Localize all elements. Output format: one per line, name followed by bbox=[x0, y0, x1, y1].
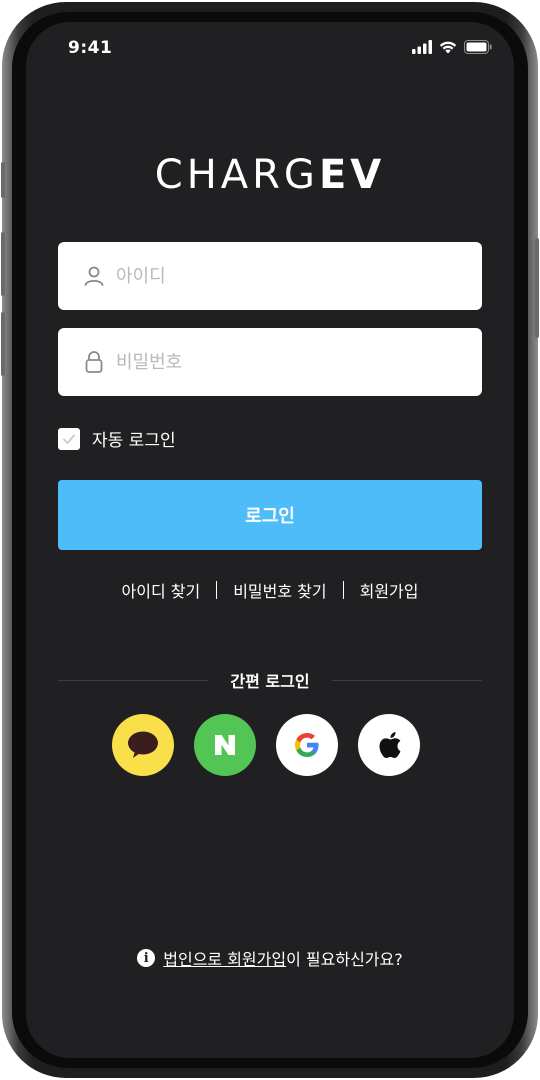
status-bar: 9:41 bbox=[26, 22, 514, 74]
status-icons bbox=[412, 40, 492, 54]
corporate-signup-suffix: 이 필요하신가요? bbox=[286, 950, 403, 969]
corporate-signup-link[interactable]: 법인으로 회원가입 bbox=[163, 946, 286, 970]
volume-up-button bbox=[1, 232, 5, 296]
mute-switch bbox=[1, 162, 5, 198]
naver-login-button[interactable] bbox=[194, 714, 256, 776]
naver-n-icon bbox=[215, 735, 235, 755]
logo-text-thin: CHARG bbox=[154, 152, 319, 198]
easy-login-title: 간편 로그인 bbox=[230, 672, 310, 691]
status-time: 9:41 bbox=[68, 38, 113, 58]
link-divider bbox=[342, 581, 344, 599]
social-login-buttons bbox=[112, 714, 420, 776]
power-button bbox=[535, 238, 539, 338]
google-g-icon bbox=[295, 733, 319, 757]
volume-down-button bbox=[1, 312, 5, 376]
find-password-link[interactable]: 비밀번호 찾기 bbox=[233, 578, 326, 602]
app-logo: CHARGEV bbox=[26, 152, 514, 198]
battery-icon bbox=[464, 40, 492, 54]
auto-login-option[interactable]: 자동 로그인 bbox=[58, 426, 176, 451]
app-screen: 9:41 CHARGEV 아이디 자동 로그인 로그인 아이디 찾기 비밀번호 … bbox=[26, 22, 514, 1058]
divider-line bbox=[331, 679, 483, 681]
sign-up-link[interactable]: 회원가입 bbox=[360, 578, 419, 602]
apple-login-button[interactable] bbox=[358, 714, 420, 776]
auto-login-label: 자동 로그인 bbox=[92, 431, 176, 451]
checkmark-icon bbox=[63, 434, 75, 444]
easy-login-header: 간편 로그인 bbox=[58, 668, 483, 692]
info-icon: i bbox=[137, 949, 156, 967]
apple-icon bbox=[379, 732, 401, 759]
auto-login-checkbox[interactable] bbox=[58, 427, 80, 450]
kakao-talk-icon bbox=[128, 731, 158, 758]
google-login-button[interactable] bbox=[276, 714, 338, 776]
account-links: 아이디 찾기 비밀번호 찾기 회원가입 bbox=[26, 578, 514, 602]
kakao-login-button[interactable] bbox=[112, 714, 174, 776]
user-icon bbox=[84, 266, 104, 286]
find-id-link[interactable]: 아이디 찾기 bbox=[122, 578, 201, 602]
link-divider bbox=[216, 581, 218, 599]
password-field bbox=[58, 328, 482, 396]
id-input[interactable] bbox=[114, 264, 458, 288]
logo-text-bold: EV bbox=[318, 152, 386, 198]
lock-icon bbox=[85, 351, 103, 373]
id-field bbox=[58, 242, 482, 310]
divider-line bbox=[58, 679, 209, 681]
password-input[interactable] bbox=[114, 350, 458, 374]
cellular-signal-icon bbox=[412, 40, 432, 54]
wifi-icon bbox=[439, 41, 457, 54]
login-button[interactable]: 로그인 bbox=[58, 480, 482, 550]
corporate-signup-note: i 법인으로 회원가입 이 필요하신가요? bbox=[26, 946, 514, 970]
